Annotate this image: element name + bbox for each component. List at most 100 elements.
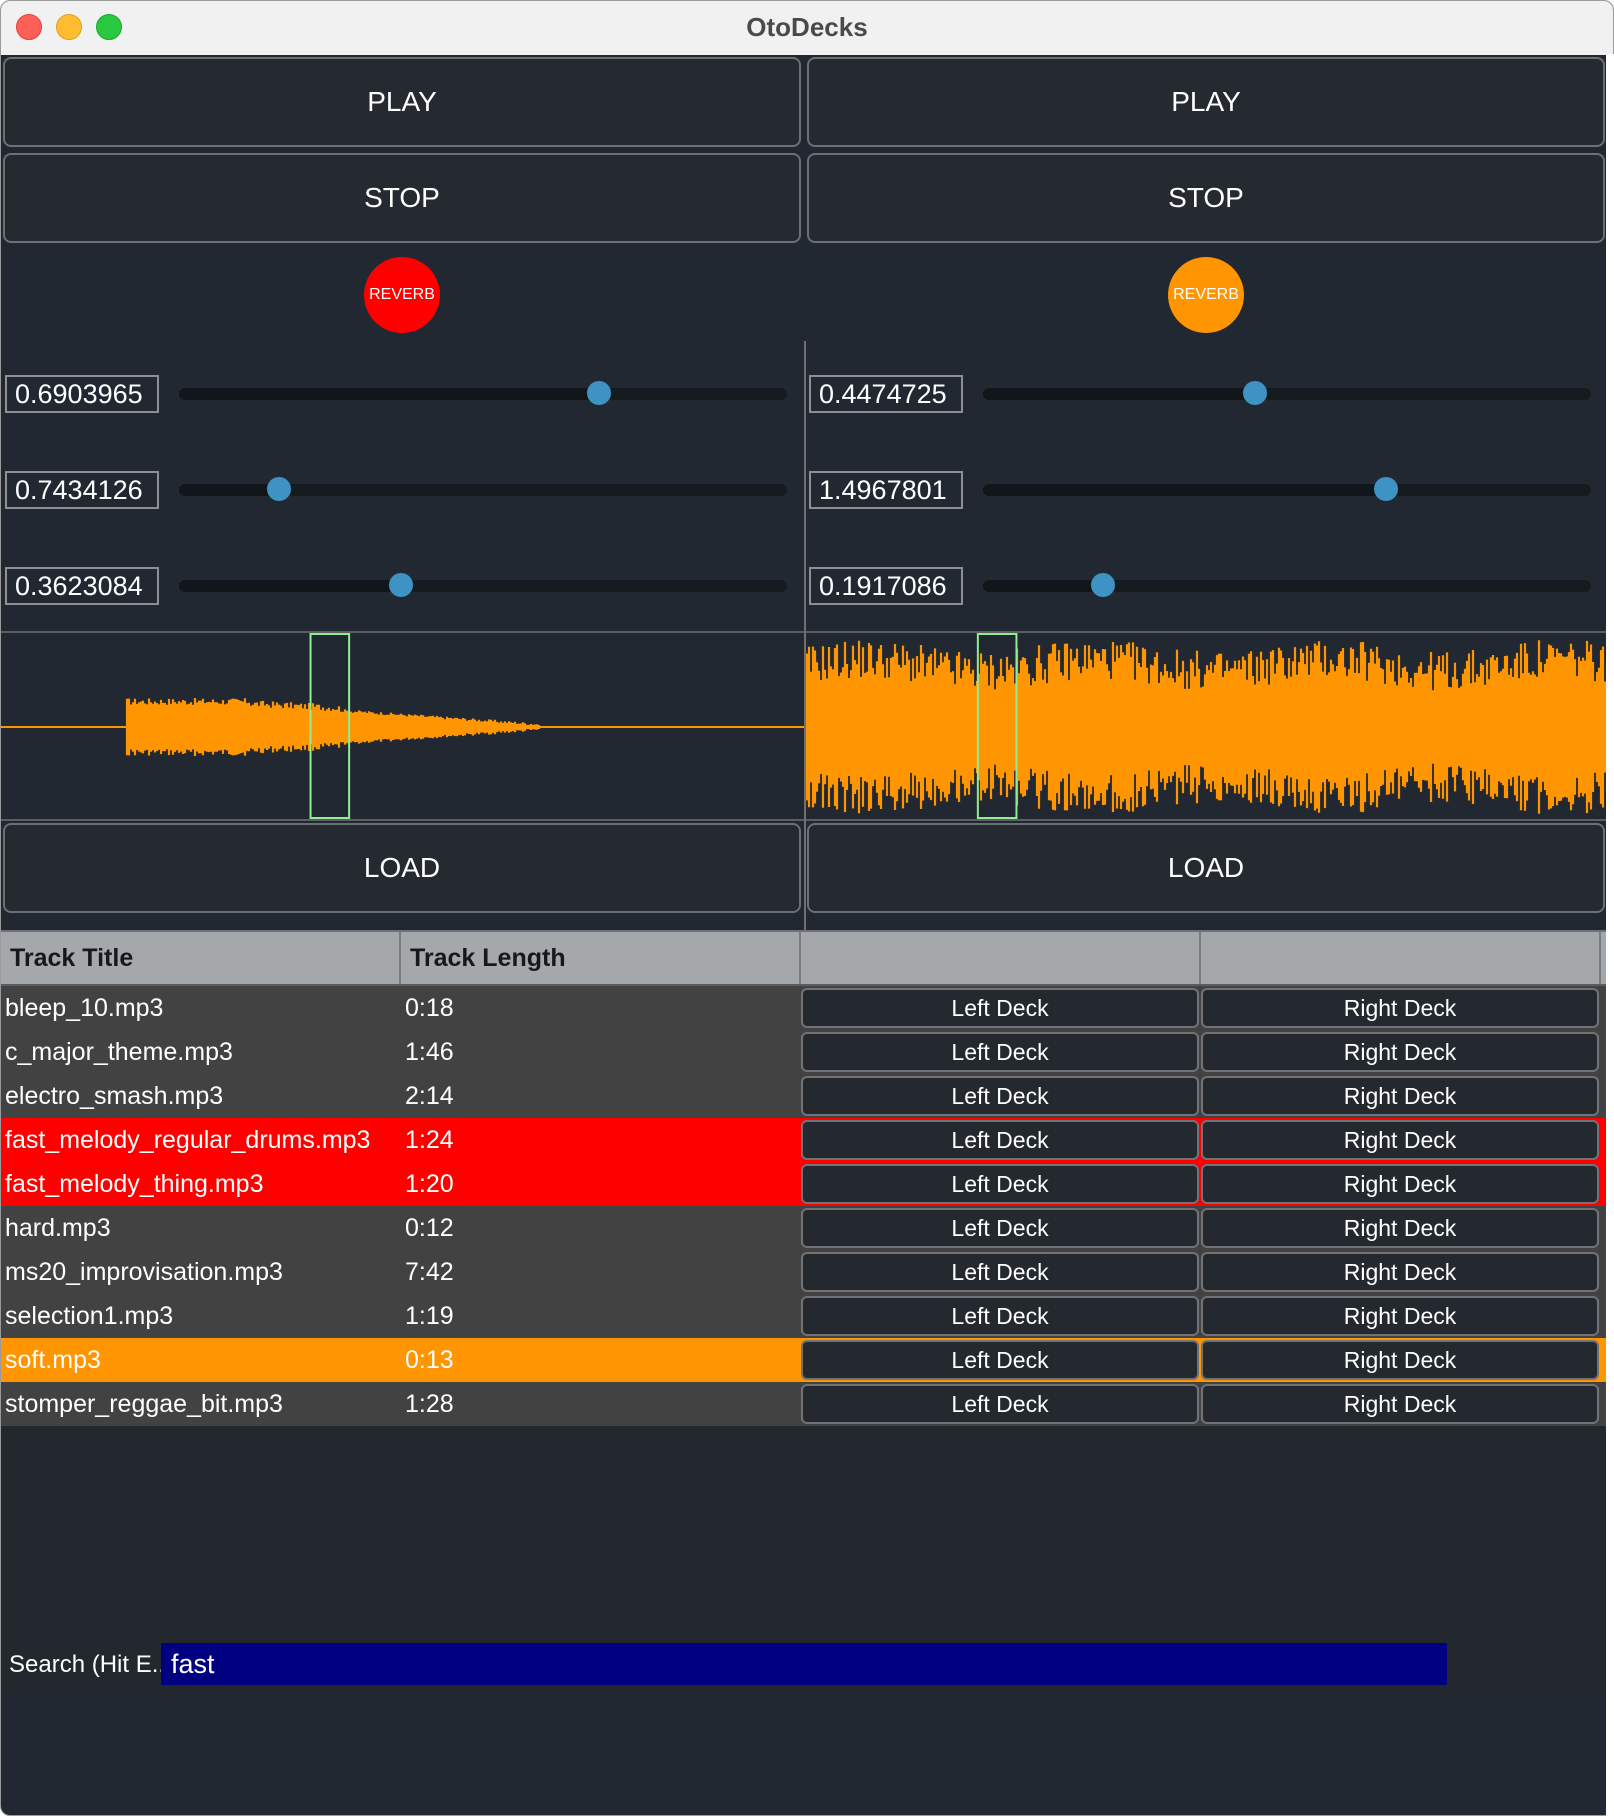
load-right-deck-button[interactable]: Right Deck bbox=[1201, 1076, 1599, 1116]
load-right-deck-button[interactable]: Right Deck bbox=[1201, 1252, 1599, 1292]
load-right-deck-button[interactable]: Right Deck bbox=[1201, 1164, 1599, 1204]
load-left-deck-button[interactable]: Left Deck bbox=[801, 1208, 1199, 1248]
track-length: 1:20 bbox=[405, 1170, 454, 1198]
track-length: 2:14 bbox=[405, 1082, 454, 1110]
right-position-slider-row: 0.1917086 bbox=[805, 567, 1605, 611]
playlist-empty-area bbox=[1, 1426, 1607, 1635]
search-input[interactable] bbox=[161, 1643, 1447, 1685]
load-left-deck-button[interactable]: Left Deck bbox=[801, 1076, 1199, 1116]
search-bar: Search (Hit E... bbox=[1, 1635, 1607, 1695]
left-speed-slider[interactable] bbox=[179, 477, 787, 501]
track-title: fast_melody_regular_drums.mp3 bbox=[5, 1126, 371, 1154]
column-header-right-deck[interactable] bbox=[1201, 932, 1601, 984]
window-title: OtoDecks bbox=[746, 12, 868, 42]
load-left-deck-button[interactable]: Left Deck bbox=[801, 1340, 1199, 1380]
right-play-button[interactable]: PLAY bbox=[807, 57, 1605, 147]
load-right-deck-button[interactable]: Right Deck bbox=[1201, 1296, 1599, 1336]
right-speed-value[interactable]: 1.4967801 bbox=[809, 471, 963, 509]
column-header-track-title[interactable]: Track Title bbox=[1, 932, 401, 984]
track-title: stomper_reggae_bit.mp3 bbox=[5, 1390, 283, 1418]
right-volume-fill bbox=[983, 388, 1256, 400]
right-speed-thumb[interactable] bbox=[1374, 477, 1399, 501]
right-stop-button[interactable]: STOP bbox=[807, 153, 1605, 243]
left-speed-thumb[interactable] bbox=[267, 477, 292, 501]
right-volume-slider[interactable] bbox=[983, 381, 1591, 405]
track-row[interactable]: bleep_10.mp3 0:18 Left Deck Right Deck bbox=[1, 986, 1607, 1030]
left-speed-slider-row: 0.7434126 bbox=[1, 471, 801, 515]
left-load-button[interactable]: LOAD bbox=[3, 823, 801, 913]
load-left-deck-button[interactable]: Left Deck bbox=[801, 1032, 1199, 1072]
track-row[interactable]: c_major_theme.mp3 1:46 Left Deck Right Deck bbox=[1, 1030, 1607, 1074]
load-right-deck-button[interactable]: Right Deck bbox=[1201, 988, 1599, 1028]
playlist-header: Track Title Track Length bbox=[1, 930, 1607, 986]
right-reverb-button[interactable]: REVERB bbox=[1168, 257, 1244, 333]
left-play-button[interactable]: PLAY bbox=[3, 57, 801, 147]
app-window: OtoDecks PLAY STOP REVERB 0.6903965 0.74… bbox=[0, 0, 1614, 1816]
track-length: 0:13 bbox=[405, 1346, 454, 1374]
track-row[interactable]: ms20_improvisation.mp3 7:42 Left Deck Right… bbox=[1, 1250, 1607, 1294]
track-length: 1:28 bbox=[405, 1390, 454, 1418]
title-bar: OtoDecks bbox=[1, 1, 1613, 56]
right-speed-slider[interactable] bbox=[983, 477, 1591, 501]
left-speed-value[interactable]: 0.7434126 bbox=[5, 471, 159, 509]
left-volume-slider[interactable] bbox=[179, 381, 787, 405]
right-volume-slider-row: 0.4474725 bbox=[805, 375, 1605, 419]
load-left-deck-button[interactable]: Left Deck bbox=[801, 1252, 1199, 1292]
left-stop-button[interactable]: STOP bbox=[3, 153, 801, 243]
right-position-value[interactable]: 0.1917086 bbox=[809, 567, 963, 605]
left-position-slider[interactable] bbox=[179, 573, 787, 597]
load-right-deck-button[interactable]: Right Deck bbox=[1201, 1384, 1599, 1424]
left-position-thumb[interactable] bbox=[388, 573, 413, 597]
left-position-slider-row: 0.3623084 bbox=[1, 567, 801, 611]
track-length: 0:18 bbox=[405, 994, 454, 1022]
column-header-left-deck[interactable] bbox=[801, 932, 1201, 984]
load-left-deck-button[interactable]: Left Deck bbox=[801, 988, 1199, 1028]
right-waveform-graphic bbox=[805, 633, 1609, 819]
column-header-track-length[interactable]: Track Length bbox=[401, 932, 801, 984]
left-volume-thumb[interactable] bbox=[586, 381, 611, 405]
track-row[interactable]: soft.mp3 0:13 Left Deck Right Deck bbox=[1, 1338, 1607, 1382]
left-position-value[interactable]: 0.3623084 bbox=[5, 567, 159, 605]
track-length: 1:24 bbox=[405, 1126, 454, 1154]
load-right-deck-button[interactable]: Right Deck bbox=[1201, 1208, 1599, 1248]
track-row[interactable]: fast_melody_thing.mp3 1:20 Left Deck Right … bbox=[1, 1162, 1607, 1206]
track-row[interactable]: hard.mp3 0:12 Left Deck Right Deck bbox=[1, 1206, 1607, 1250]
left-waveform[interactable] bbox=[1, 631, 805, 821]
right-volume-value[interactable]: 0.4474725 bbox=[809, 375, 963, 413]
load-right-deck-button[interactable]: Right Deck bbox=[1201, 1120, 1599, 1160]
right-position-thumb[interactable] bbox=[1091, 573, 1116, 597]
left-volume-value[interactable]: 0.6903965 bbox=[5, 375, 159, 413]
track-title: bleep_10.mp3 bbox=[5, 994, 164, 1022]
load-left-deck-button[interactable]: Left Deck bbox=[801, 1164, 1199, 1204]
track-row[interactable]: fast_melody_regular_drums.mp3 1:24 Left De… bbox=[1, 1118, 1607, 1162]
right-position-slider[interactable] bbox=[983, 573, 1591, 597]
right-speed-fill bbox=[983, 484, 1387, 496]
left-volume-fill bbox=[179, 388, 599, 400]
left-reverb-button[interactable]: REVERB bbox=[364, 257, 440, 333]
right-waveform[interactable] bbox=[805, 631, 1609, 821]
load-right-deck-button[interactable]: Right Deck bbox=[1201, 1032, 1599, 1072]
track-length: 0:12 bbox=[405, 1214, 454, 1242]
left-deck: PLAY STOP REVERB 0.6903965 0.7434126 0.3… bbox=[1, 55, 805, 930]
right-volume-thumb[interactable] bbox=[1243, 381, 1268, 405]
track-title: selection1.mp3 bbox=[5, 1302, 174, 1330]
load-right-deck-button[interactable]: Right Deck bbox=[1201, 1340, 1599, 1380]
deck-divider bbox=[804, 341, 806, 931]
window-edge bbox=[1606, 54, 1614, 1816]
left-speed-fill bbox=[179, 484, 280, 496]
right-load-button[interactable]: LOAD bbox=[807, 823, 1605, 913]
right-deck: PLAY STOP REVERB 0.4474725 1.4967801 0.1… bbox=[805, 55, 1609, 930]
track-row[interactable]: electro_smash.mp3 2:14 Left Deck Right Deck bbox=[1, 1074, 1607, 1118]
load-left-deck-button[interactable]: Left Deck bbox=[801, 1120, 1199, 1160]
load-left-deck-button[interactable]: Left Deck bbox=[801, 1384, 1199, 1424]
waveform-signal bbox=[1, 698, 805, 756]
track-title: fast_melody_thing.mp3 bbox=[5, 1170, 264, 1198]
track-title: electro_smash.mp3 bbox=[5, 1082, 224, 1110]
track-row[interactable]: selection1.mp3 1:19 Left Deck Right Deck bbox=[1, 1294, 1607, 1338]
search-label: Search (Hit E... bbox=[9, 1651, 172, 1678]
track-length: 1:19 bbox=[405, 1302, 454, 1330]
track-row[interactable]: stomper_reggae_bit.mp3 1:28 Left Deck Right… bbox=[1, 1382, 1607, 1426]
load-left-deck-button[interactable]: Left Deck bbox=[801, 1296, 1199, 1336]
right-speed-slider-row: 1.4967801 bbox=[805, 471, 1605, 515]
track-title: soft.mp3 bbox=[5, 1346, 101, 1374]
